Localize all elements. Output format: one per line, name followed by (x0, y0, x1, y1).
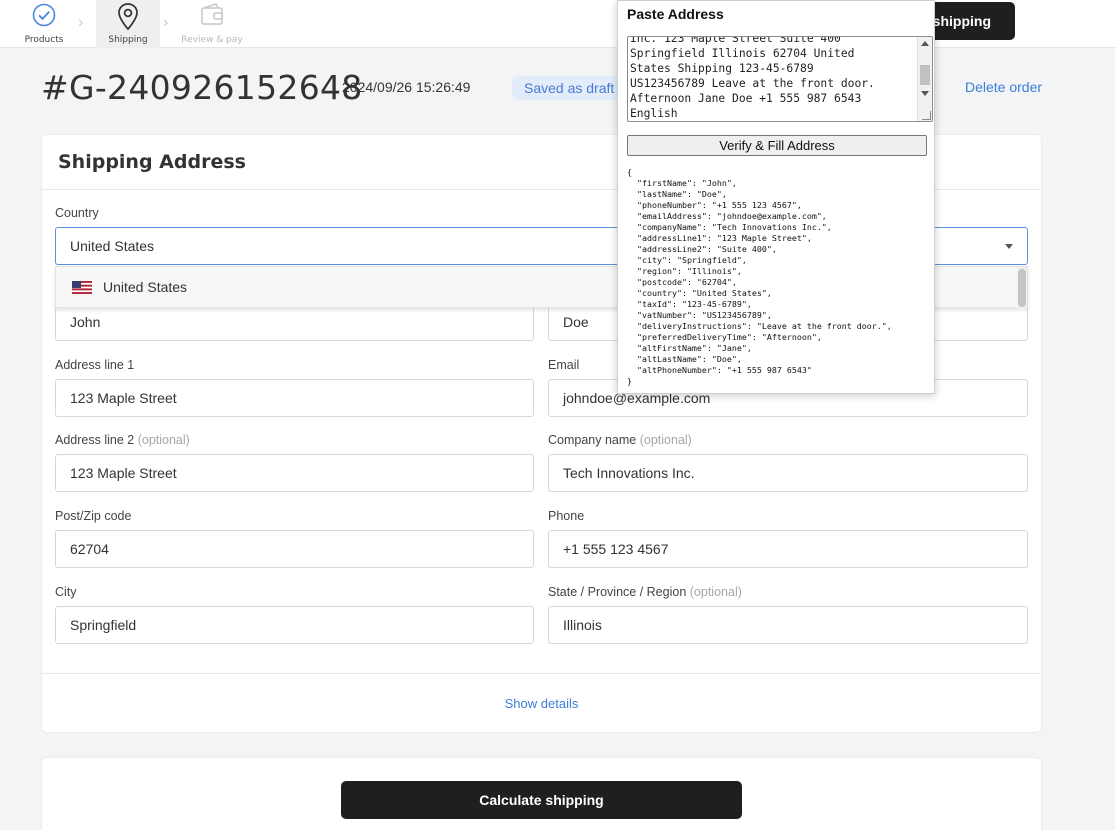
postcode-label: Post/Zip code (55, 509, 132, 523)
company-value: Tech Innovations Inc. (563, 465, 695, 481)
chevron-right-icon: › (163, 14, 169, 31)
paste-address-popup: Paste Address Inc. 123 Maple Street Suit… (617, 0, 935, 394)
optional-hint: (optional) (689, 585, 742, 599)
chevron-right-icon: › (78, 14, 84, 31)
last-name-value: Doe (563, 314, 589, 330)
company-field[interactable]: Tech Innovations Inc. (548, 454, 1028, 492)
show-details-link[interactable]: Show details (42, 696, 1041, 711)
pasted-text: Inc. 123 Maple Street Suite 400 Springfi… (630, 36, 875, 120)
card-title: Shipping Address (58, 151, 246, 173)
textarea-scrollbar[interactable] (917, 37, 932, 121)
paste-address-textarea[interactable]: Inc. 123 Maple Street Suite 400 Springfi… (627, 36, 933, 122)
verify-fill-address-button[interactable]: Verify & Fill Address (627, 135, 927, 156)
postcode-value: 62704 (70, 541, 109, 557)
step-products-label: Products (24, 35, 64, 45)
email-label: Email (548, 358, 580, 372)
region-label-text: State / Province / Region (548, 585, 687, 599)
company-label: Company name (optional) (548, 433, 692, 447)
dropdown-scrollbar[interactable] (1017, 267, 1027, 309)
address2-label-text: Address line 2 (55, 433, 135, 447)
city-label: City (55, 585, 77, 599)
optional-hint: (optional) (639, 433, 692, 447)
step-shipping[interactable]: Shipping (96, 0, 160, 48)
caret-down-icon (1005, 244, 1013, 249)
address1-value: 123 Maple Street (70, 390, 177, 406)
order-datetime: 2024/09/26 15:26:49 (342, 79, 471, 95)
popup-title: Paste Address (627, 6, 724, 22)
checkout-steps-bar: Products › Shipping › Review & pay shipp… (0, 0, 1115, 48)
step-review-pay[interactable]: Review & pay (180, 0, 244, 48)
first-name-value: John (70, 314, 101, 330)
postcode-field[interactable]: 62704 (55, 530, 534, 568)
country-value: United States (70, 238, 155, 254)
phone-field[interactable]: +1 555 123 4567 (548, 530, 1028, 568)
city-field[interactable]: Springfield (55, 606, 534, 644)
city-value: Springfield (70, 617, 137, 633)
address2-value: 123 Maple Street (70, 465, 177, 481)
scroll-up-icon[interactable] (921, 41, 929, 46)
calculate-shipping-button[interactable]: Calculate shipping (341, 781, 742, 819)
address1-field[interactable]: 123 Maple Street (55, 379, 534, 417)
scroll-thumb[interactable] (920, 65, 930, 85)
company-label-text: Company name (548, 433, 637, 447)
check-circle-icon (32, 3, 56, 27)
dropdown-option-label: United States (103, 279, 188, 295)
phone-label: Phone (548, 509, 585, 523)
step-shipping-label: Shipping (108, 35, 148, 45)
step-products[interactable]: Products (12, 0, 76, 48)
address2-field[interactable]: 123 Maple Street (55, 454, 534, 492)
address2-label: Address line 2 (optional) (55, 433, 190, 447)
us-flag-icon (72, 281, 92, 294)
optional-hint: (optional) (137, 433, 190, 447)
region-field[interactable]: Illinois (548, 606, 1028, 644)
first-name-field[interactable]: John (55, 303, 534, 341)
delete-order-link[interactable]: Delete order (965, 79, 1042, 95)
wallet-icon (201, 3, 223, 25)
resize-handle-icon[interactable] (922, 111, 931, 120)
scroll-down-icon[interactable] (921, 91, 929, 96)
address1-label: Address line 1 (55, 358, 135, 372)
order-id: #G-240926152648 (41, 68, 363, 107)
region-value: Illinois (563, 617, 602, 633)
phone-value: +1 555 123 4567 (563, 541, 669, 557)
location-pin-icon (118, 3, 138, 31)
divider (42, 673, 1041, 674)
step-review-pay-label: Review & pay (181, 35, 243, 45)
status-badge: Saved as draft (512, 76, 627, 100)
region-label: State / Province / Region (optional) (548, 585, 742, 599)
country-label: Country (55, 206, 99, 220)
parsed-json-output: { "firstName": "John", "lastName": "Doe"… (627, 167, 892, 386)
